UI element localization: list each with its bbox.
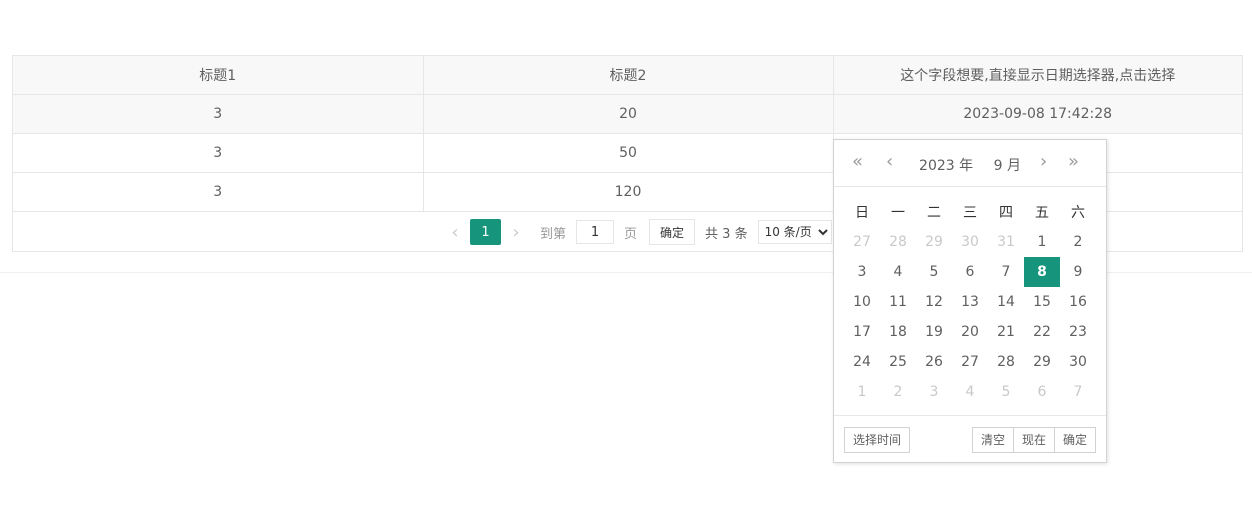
calendar-day[interactable]: 20 [952,317,988,347]
calendar-day[interactable]: 29 [1024,347,1060,377]
calendar-day[interactable]: 26 [916,347,952,377]
calendar-day[interactable]: 15 [1024,287,1060,317]
calendar-day[interactable]: 13 [952,287,988,317]
calendar-day[interactable]: 1 [1024,227,1060,257]
calendar-day[interactable]: 3 [844,257,880,287]
weekday-label: 三 [963,205,977,221]
next-page-button[interactable]: › [501,219,531,245]
table-header-row: 标题1 标题2 这个字段想要,直接显示日期选择器,点击选择 [13,56,1242,95]
footer-button-group: 清空 现在 确定 [971,427,1096,453]
calendar-day-prev-month[interactable]: 30 [952,227,988,257]
date-picker-header: « ‹ 2023 年 9 月 › » [834,140,1106,187]
calendar-day[interactable]: 30 [1060,347,1096,377]
calendar-day[interactable]: 2 [1060,227,1096,257]
calendar-week: 1 2 3 4 5 6 7 [844,377,1096,407]
weekday-label: 日 [855,205,869,221]
table-row[interactable]: 3 20 2023-09-08 17:42:28 [13,94,1242,134]
calendar-day[interactable]: 7 [988,257,1024,287]
calendar-day[interactable]: 28 [988,347,1024,377]
calendar-day[interactable]: 6 [952,257,988,287]
select-time-button[interactable]: 选择时间 [844,427,911,453]
next-year-icon[interactable]: » [1068,152,1079,172]
table-cell[interactable]: 3 [13,133,424,173]
page-skip: 到第 页 [540,220,637,244]
calendar-day[interactable]: 22 [1024,317,1060,347]
calendar-day-next-month[interactable]: 7 [1060,377,1096,407]
date-picker-footer: 选择时间 清空 现在 确定 [834,415,1106,462]
calendar-day[interactable]: 11 [880,287,916,317]
calendar-day[interactable]: 25 [880,347,916,377]
calendar-week: 24 25 26 27 28 29 30 [844,347,1096,377]
weekday-label: 五 [1035,205,1049,221]
calendar-day[interactable]: 27 [952,347,988,377]
column-header-title2[interactable]: 标题2 [423,56,834,95]
chevron-left-icon: ‹ [451,221,459,243]
goto-confirm-button[interactable]: 确定 [649,219,696,245]
calendar-day[interactable]: 18 [880,317,916,347]
calendar-day-prev-month[interactable]: 28 [880,227,916,257]
calendar-day-next-month[interactable]: 2 [880,377,916,407]
chevron-right-icon: › [512,221,520,243]
table-cell[interactable]: 50 [423,133,834,173]
page-size-select[interactable]: 10 条/页 [757,220,832,244]
column-header-title1[interactable]: 标题1 [13,56,424,95]
table-cell-date[interactable]: 2023-09-08 17:42:28 [833,94,1242,134]
calendar-week: 27 28 29 30 31 1 2 [844,227,1096,257]
total-count: 共 3 条 [705,226,748,242]
calendar-day[interactable]: 10 [844,287,880,317]
clear-button[interactable]: 清空 [971,427,1014,453]
page-unit-label: 页 [624,226,638,242]
year-selector[interactable]: 2023 年 [919,158,973,174]
calendar-week: 17 18 19 20 21 22 23 [844,317,1096,347]
now-button[interactable]: 现在 [1012,427,1055,453]
table-cell[interactable]: 3 [13,172,424,212]
calendar-day[interactable]: 19 [916,317,952,347]
calendar-day[interactable]: 17 [844,317,880,347]
table-cell[interactable]: 3 [13,94,424,134]
calendar-week: 3 4 5 6 7 8 9 [844,257,1096,287]
month-selector[interactable]: 9 月 [994,158,1021,174]
current-page-button[interactable]: 1 [470,219,501,245]
weekday-label: 四 [999,205,1013,221]
date-picker-body: 日 一 二 三 四 五 六 27 28 29 30 31 1 2 3 4 5 6… [834,187,1106,407]
calendar-day-prev-month[interactable]: 31 [988,227,1024,257]
calendar-week: 10 11 12 13 14 15 16 [844,287,1096,317]
calendar-day-next-month[interactable]: 6 [1024,377,1060,407]
calendar-day-next-month[interactable]: 4 [952,377,988,407]
calendar-day[interactable]: 9 [1060,257,1096,287]
weekday-label: 二 [927,205,941,221]
weekday-row: 日 一 二 三 四 五 六 [844,197,1096,227]
weekday-label: 六 [1071,205,1085,221]
calendar-day[interactable]: 4 [880,257,916,287]
next-month-icon[interactable]: › [1040,152,1047,172]
weekday-label: 一 [891,205,905,221]
date-picker-title: 2023 年 9 月 [834,155,1106,175]
column-header-date[interactable]: 这个字段想要,直接显示日期选择器,点击选择 [833,56,1242,95]
calendar-grid: 日 一 二 三 四 五 六 27 28 29 30 31 1 2 3 4 5 6… [844,197,1096,407]
goto-page-input[interactable] [576,220,615,244]
calendar-day-next-month[interactable]: 1 [844,377,880,407]
calendar-day-selected[interactable]: 8 [1024,257,1060,287]
calendar-day[interactable]: 23 [1060,317,1096,347]
calendar-day[interactable]: 24 [844,347,880,377]
calendar-day-next-month[interactable]: 5 [988,377,1024,407]
calendar-day-next-month[interactable]: 3 [916,377,952,407]
calendar-day-prev-month[interactable]: 29 [916,227,952,257]
confirm-button[interactable]: 确定 [1053,427,1096,453]
goto-label: 到第 [540,226,567,242]
prev-page-button[interactable]: ‹ [440,219,470,245]
table-cell[interactable]: 120 [423,172,834,212]
table-cell[interactable]: 20 [423,94,834,134]
calendar-day-prev-month[interactable]: 27 [844,227,880,257]
calendar-day[interactable]: 5 [916,257,952,287]
calendar-day[interactable]: 16 [1060,287,1096,317]
calendar-day[interactable]: 21 [988,317,1024,347]
date-picker-popup: « ‹ 2023 年 9 月 › » 日 一 二 三 四 五 六 27 28 2… [833,139,1107,463]
calendar-day[interactable]: 14 [988,287,1024,317]
calendar-day[interactable]: 12 [916,287,952,317]
